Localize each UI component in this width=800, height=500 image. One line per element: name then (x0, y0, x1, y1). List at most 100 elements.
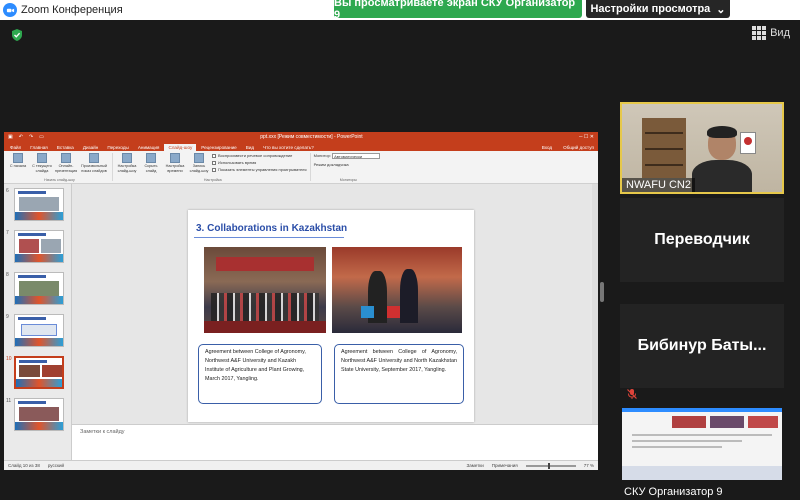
thumb-number: 9 (6, 314, 9, 320)
ribbon-tabs: Файл Главная Вставка Дизайн Переходы Ани… (4, 142, 598, 151)
monitors-group-label: Мониторы (339, 178, 357, 182)
participant-screen-tile[interactable]: СКУ Организатор 9 (620, 408, 784, 500)
undo-icon[interactable]: ↶ (19, 134, 23, 140)
tab-transitions[interactable]: Переходы (103, 144, 133, 151)
bookshelf (642, 118, 686, 178)
participant-name: NWAFU CN2 (622, 178, 695, 192)
custom-show-button[interactable]: Произвольный показ слайдов (79, 153, 109, 173)
slide-thumbnail[interactable] (14, 398, 64, 431)
monitor-controls: Монитор: Автоматически Режим докладчика (314, 153, 381, 167)
participant-name: Переводчик (654, 231, 750, 248)
participant-name: Бибинур Баты... (637, 337, 767, 354)
participant-tile[interactable]: Бибинур Баты... (620, 304, 784, 388)
zoom-level[interactable]: 77 % (584, 463, 594, 468)
thumb-number: 7 (6, 230, 9, 236)
thumb-number: 6 (6, 188, 9, 194)
microphone-muted-icon (627, 389, 637, 399)
monitor-label: Монитор: (313, 153, 331, 159)
comments-toggle[interactable]: Примечания (492, 463, 518, 468)
start-slideshow-group: С начала С текущего слайда Онлайн-презен… (7, 153, 113, 182)
security-shield-icon[interactable] (10, 28, 24, 42)
tell-me-search[interactable]: Что вы хотите сделать? (259, 144, 318, 151)
quick-access-toolbar[interactable]: ▣ ↶ ↷ ▭ (8, 134, 44, 140)
slide-editor[interactable]: 3. Collaborations in Kazakhstan Agreemen… (72, 184, 598, 460)
mini-screen-preview (622, 408, 782, 480)
tab-file[interactable]: Файл (6, 144, 25, 151)
thumb-number: 11 (6, 398, 12, 404)
caption-right: Agreement between College of Agronomy, N… (334, 344, 464, 404)
ribbon: С начала С текущего слайда Онлайн-презен… (4, 151, 598, 184)
shared-screen[interactable]: ▣ ↶ ↷ ▭ ppt.xxx [Режим совместимости] - … (4, 132, 598, 470)
slide-counter: Слайд 10 из 38 (8, 463, 40, 468)
view-settings-button[interactable]: Настройки просмотра ⌄ (586, 0, 730, 18)
setup-slideshow-button[interactable]: Настройка слайд-шоу (116, 153, 138, 173)
online-present-button[interactable]: Онлайн-презентация (55, 153, 77, 173)
from-beginning-button[interactable]: С начала (7, 153, 29, 169)
tab-review[interactable]: Рецензирование (197, 144, 240, 151)
slide-thumbnail[interactable] (14, 314, 64, 347)
slide-thumbnail[interactable] (14, 272, 64, 305)
setup-group-label: Настройка (203, 178, 222, 182)
slide-thumbnail-active[interactable] (14, 356, 64, 389)
tab-home[interactable]: Главная (26, 144, 51, 151)
tab-design[interactable]: Дизайн (79, 144, 102, 151)
tab-insert[interactable]: Вставка (53, 144, 78, 151)
notes-toggle[interactable]: Заметки (467, 463, 484, 468)
thumb-number: 8 (6, 272, 9, 278)
powerpoint-statusbar: Слайд 10 из 38 русский Заметки Примечани… (4, 460, 598, 470)
rehearse-timings-button[interactable]: Настройка времени (164, 153, 186, 173)
record-slideshow-button[interactable]: Запись слайд-шоу (188, 153, 210, 173)
splitter-handle[interactable] (600, 282, 604, 302)
from-current-button[interactable]: С текущего слайда (31, 153, 53, 173)
present-icon[interactable]: ▭ (39, 134, 44, 140)
start-group-label: Начать слайд-шоу (44, 178, 75, 182)
title-underline (194, 237, 344, 238)
participant-tile[interactable]: Переводчик (620, 198, 784, 282)
show-media-controls-check[interactable]: Показать элементы управления проигрывате… (212, 167, 307, 172)
participant-avatar (692, 126, 752, 192)
slide-thumbnail[interactable] (14, 230, 64, 263)
language-indicator[interactable]: русский (48, 463, 64, 468)
chevron-down-icon: ⌄ (716, 3, 726, 16)
setup-checkboxes: Воспроизвести речевое сопровождение Испо… (212, 153, 307, 172)
tab-animations[interactable]: Анимация (134, 144, 164, 151)
view-settings-label: Настройки просмотра (590, 3, 711, 15)
powerpoint-body: 6 7 8 9 10 11 3. Collaborations in Kazak… (4, 184, 598, 460)
grid-view-icon (752, 26, 767, 40)
zoom-logo-icon (3, 3, 17, 17)
monitor-select[interactable]: Автоматически (332, 153, 381, 159)
meeting-area: Вид ▣ ↶ ↷ ▭ ppt.xxx [Режим совместимости… (0, 20, 800, 500)
notes-placeholder: Заметки к слайду (80, 429, 125, 435)
powerpoint-titlebar: ▣ ↶ ↷ ▭ ppt.xxx [Режим совместимости] - … (4, 132, 598, 142)
current-slide[interactable]: 3. Collaborations in Kazakhstan Agreemen… (188, 210, 474, 422)
slide-thumbnails[interactable]: 6 7 8 9 10 11 (4, 184, 72, 460)
presenter-view-check[interactable]: Режим докладчика (314, 162, 381, 167)
signing-photo-left (204, 247, 326, 333)
signing-photo-right (332, 247, 462, 333)
sharing-banner: Вы просматриваете экран СКУ Организатор … (334, 0, 582, 21)
editor-scrollbar[interactable] (592, 184, 598, 424)
use-timings-check[interactable]: Использовать время (212, 160, 307, 165)
slide-title: 3. Collaborations in Kazakhstan (196, 223, 348, 234)
sign-in-link[interactable]: Вход (536, 144, 558, 151)
thumb-number: 10 (6, 356, 12, 362)
hide-slide-button[interactable]: Скрыть слайд (140, 153, 162, 173)
caption-left: Agreement between College of Agronomy, N… (198, 344, 322, 404)
window-title: Zoom Конференция (21, 4, 123, 16)
view-label: Вид (770, 27, 790, 39)
monitors-group: Монитор: Автоматически Режим докладчика … (314, 153, 384, 182)
notes-pane[interactable]: Заметки к слайду (72, 424, 598, 460)
powerpoint-title: ppt.xxx [Режим совместимости] - PowerPoi… (260, 134, 363, 140)
participant-video-tile[interactable]: NWAFU CN2 (620, 102, 784, 194)
redo-icon[interactable]: ↷ (29, 134, 33, 140)
tab-view[interactable]: Вид (242, 144, 258, 151)
zoom-slider[interactable] (525, 462, 576, 469)
share-link[interactable]: Общий доступ (559, 144, 598, 151)
play-narrations-check[interactable]: Воспроизвести речевое сопровождение (212, 153, 307, 158)
view-layout-button[interactable]: Вид (752, 26, 790, 40)
slide-thumbnail[interactable] (14, 188, 64, 221)
window-controls[interactable]: ─ ☐ ✕ (579, 134, 594, 140)
save-icon[interactable]: ▣ (8, 134, 13, 140)
participant-name: СКУ Организатор 9 (624, 486, 723, 498)
tab-slideshow[interactable]: Слайд-шоу (164, 144, 197, 151)
